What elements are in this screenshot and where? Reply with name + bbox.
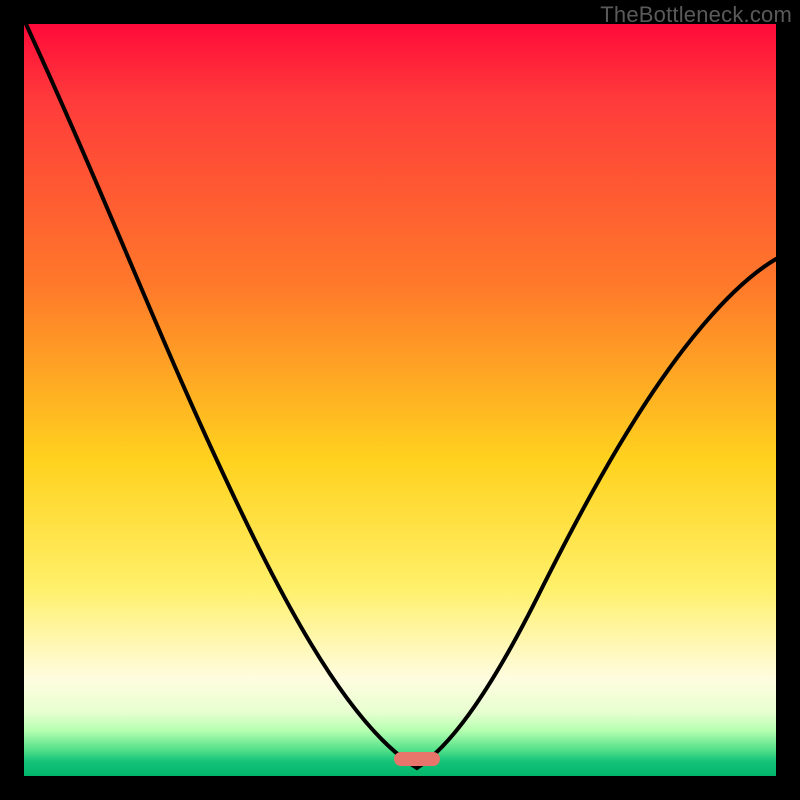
min-marker-pill <box>394 752 440 766</box>
chart-frame <box>24 24 776 776</box>
chart-background-gradient <box>24 24 776 776</box>
